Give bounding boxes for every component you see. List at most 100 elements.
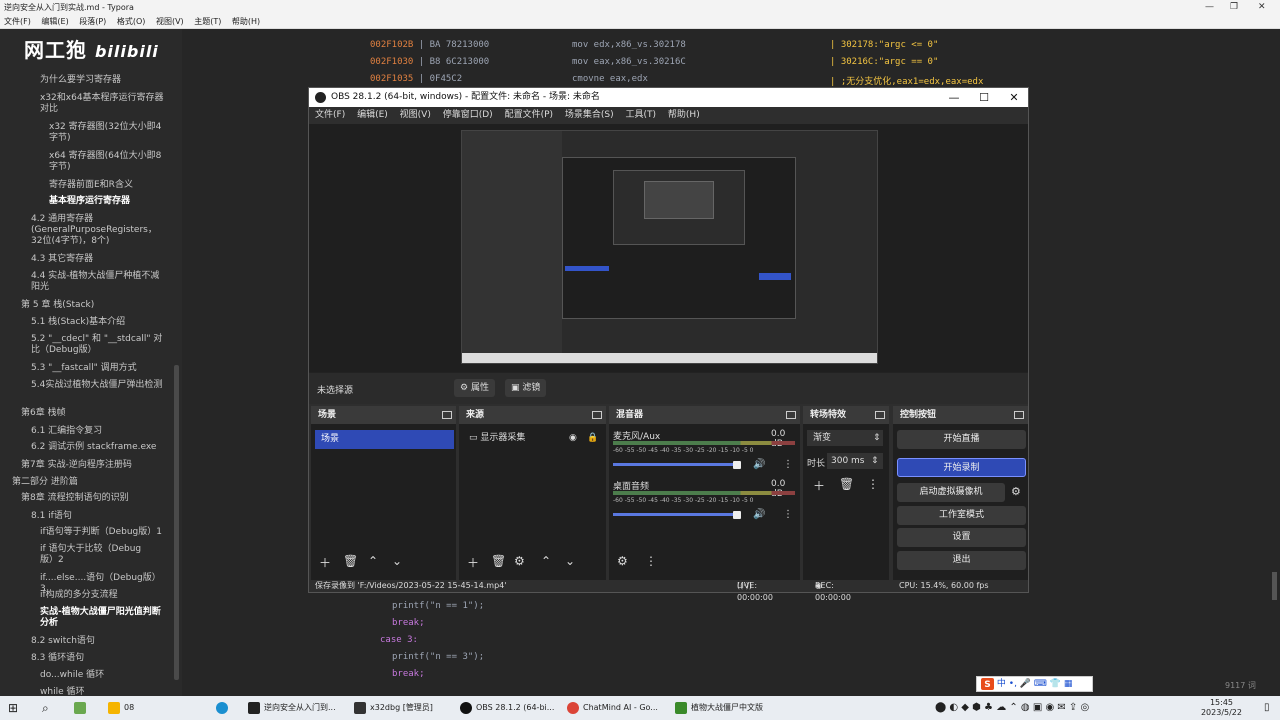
more-vertical-icon[interactable]: ⋮ [645,554,657,568]
chevron-up-icon[interactable]: ⌃ [541,554,551,568]
outline-item[interactable]: x32和x64基本程序运行寄存器对比 [40,93,172,115]
outline-item[interactable]: 第二部分 进阶篇 [12,477,144,488]
search-icon[interactable]: ⌕ [42,696,49,720]
punctuation-icon[interactable]: •, [1009,679,1017,689]
undock-icon[interactable] [1014,411,1024,419]
menu-theme[interactable]: 主题(T) [194,17,221,26]
trash-icon[interactable]: 🗑 [491,554,506,568]
windows-start-icon[interactable]: ⊞ [8,696,18,720]
lock-icon[interactable]: 🔒 [587,430,598,447]
trash-icon[interactable]: 🗑 [343,554,358,568]
outline-item[interactable]: while 循环 [40,687,172,696]
chevron-up-icon[interactable]: ⌃ [368,554,378,568]
outline-item[interactable]: 第6章 栈帧 [21,408,153,419]
menu-file[interactable]: 文件(F) [4,17,31,26]
gear-icon[interactable]: ⚙ [617,554,628,568]
outline-item[interactable]: 5.3 "__fastcall" 调用方式 [31,363,163,374]
scene-item[interactable]: 场景 [315,430,454,449]
outline-item[interactable]: x32 寄存器图(32位大小即4字节) [49,122,164,144]
outline-item[interactable]: 4.3 其它寄存器 [31,254,163,265]
mic-icon[interactable]: 🎤 [1020,679,1031,689]
volume-slider[interactable] [613,463,739,466]
outline-item[interactable]: if构成的多分支流程 [40,590,172,601]
volume-knob[interactable] [733,461,741,469]
outline-item[interactable]: if语句等于判断（Debug版）1 [40,527,165,538]
add-icon[interactable]: ＋ [319,554,331,571]
outline-item[interactable]: 4.2 通用寄存器(GeneralPurposeRegisters，32位(4字… [31,214,166,247]
grid-icon[interactable]: ▦ [1064,679,1073,689]
source-item[interactable]: ▭ 显示器采集 ◉ 🔒 [463,430,602,447]
filters-button[interactable]: ▣ 滤镜 [505,379,547,397]
volume-slider[interactable] [613,513,739,516]
undock-icon[interactable] [875,411,885,419]
eye-icon[interactable]: ◉ [569,430,577,447]
taskbar-item-chrome[interactable]: ChatMind AI - Go... [567,696,658,720]
add-icon[interactable]: ＋ [813,477,825,494]
obs-menu-tools[interactable]: 工具(T) [626,110,657,120]
skin-icon[interactable]: 👕 [1050,679,1061,689]
settings-button[interactable]: 设置 [897,528,1026,547]
taskbar-item-obs[interactable]: OBS 28.1.2 (64-bi... [460,696,554,720]
more-vertical-icon[interactable]: ⋮ [783,459,793,470]
outline-item[interactable]: 6.2 调试示例 stackframe.exe [31,442,171,453]
menu-help[interactable]: 帮助(H) [232,17,260,26]
close-icon[interactable]: ✕ [1258,0,1266,15]
outline-item[interactable]: 4.4 实战-植物大战僵尸种植不减阳光 [31,271,163,293]
taskbar-item-pvz[interactable]: 植物大战僵尸中文版 [675,696,763,720]
chevron-updown-icon[interactable]: ⇕ [871,453,879,469]
edge-icon[interactable] [216,696,232,720]
outline-item[interactable]: 实战-植物大战僵尸阳光值判断分析 [40,607,162,629]
chevron-down-icon[interactable]: ⌄ [565,554,575,568]
word-count[interactable]: 9117 词 [1225,680,1256,691]
preview-canvas[interactable] [461,130,878,364]
transition-select[interactable]: 渐变 ⇕ [807,430,883,446]
add-icon[interactable]: ＋ [467,554,479,571]
obs-menu-profile[interactable]: 配置文件(P) [505,110,553,120]
studio-mode-button[interactable]: 工作室模式 [897,506,1026,525]
obs-menu-view[interactable]: 视图(V) [400,110,431,120]
outline-item[interactable]: 5.1 栈(Stack)基本介绍 [31,317,163,328]
undock-icon[interactable] [592,411,602,419]
chevron-down-icon[interactable]: ⌄ [392,554,402,568]
outline-item[interactable]: 第 5 章 栈(Stack) [21,300,153,311]
more-vertical-icon[interactable]: ⋮ [783,509,793,520]
outline-item[interactable]: 8.2 switch语句 [31,636,163,647]
outline-item[interactable]: 第7章 实战-逆向程序注册码 [21,460,171,471]
obs-menu-scene-collection[interactable]: 场景集合(S) [565,110,614,120]
editor-scrollbar[interactable] [1272,572,1277,600]
notification-icon[interactable]: ▯ [1264,696,1270,720]
maximize-icon[interactable]: ❐ [1230,0,1238,15]
tray-icons[interactable]: ⬤ ◐ ◆ ⬢ ♣ ☁ ⌃ ◍ ▣ ◉ ✉ ⇪ ◎ [935,696,1089,720]
exit-button[interactable]: 退出 [897,551,1026,570]
duration-field[interactable]: 300 ms ⇕ [827,453,883,469]
outline-item[interactable]: x64 寄存器图(64位大小即8字节) [49,151,164,173]
outline-item[interactable]: 8.3 循环语句 [31,653,163,664]
outline-item[interactable]: 寄存器前面E和R含义 [49,180,181,191]
outline-item[interactable]: if 语句大于比较（Debug版）2 [40,544,152,566]
outline-item[interactable]: 5.4实战过植物大战僵尸弹出检测 [31,380,163,391]
outline-item[interactable]: 为什么要学习寄存器 [40,75,172,86]
outline-item-active[interactable]: 基本程序运行寄存器 [49,196,181,207]
gear-icon[interactable]: ⚙ [1011,485,1021,498]
more-vertical-icon[interactable]: ⋮ [867,477,879,491]
outline-item[interactable]: 6.1 汇编指令复习 [31,426,163,437]
minimize-icon[interactable]: — [939,88,969,107]
start-recording-button[interactable]: 开始录制 [897,458,1026,477]
speaker-icon[interactable]: 🔊 [753,459,765,470]
properties-button[interactable]: ⚙ 属性 [454,379,495,397]
obs-menu-file[interactable]: 文件(F) [315,110,345,120]
ime-toolbar[interactable]: S 中 •, 🎤 ⌨ 👕 ▦ [976,676,1093,692]
virtual-camera-button[interactable]: 启动虚拟摄像机 [897,483,1005,502]
outline-item[interactable]: 5.2 "__cdecl" 和 "__stdcall" 对比（Debug版） [31,334,163,356]
keyboard-icon[interactable]: ⌨ [1034,679,1047,689]
undock-icon[interactable] [786,411,796,419]
start-streaming-button[interactable]: 开始直播 [897,430,1026,449]
speaker-icon[interactable]: 🔊 [753,509,765,520]
outline-item[interactable]: 8.1 if语句 [31,511,163,522]
ime-mode[interactable]: 中 [997,679,1006,689]
obs-menu-docks[interactable]: 停靠窗口(D) [443,110,493,120]
minimize-icon[interactable]: — [1205,0,1214,15]
taskbar-item-folder[interactable]: 08 [108,696,134,720]
close-icon[interactable]: ✕ [999,88,1029,107]
app-icon[interactable] [74,696,90,720]
